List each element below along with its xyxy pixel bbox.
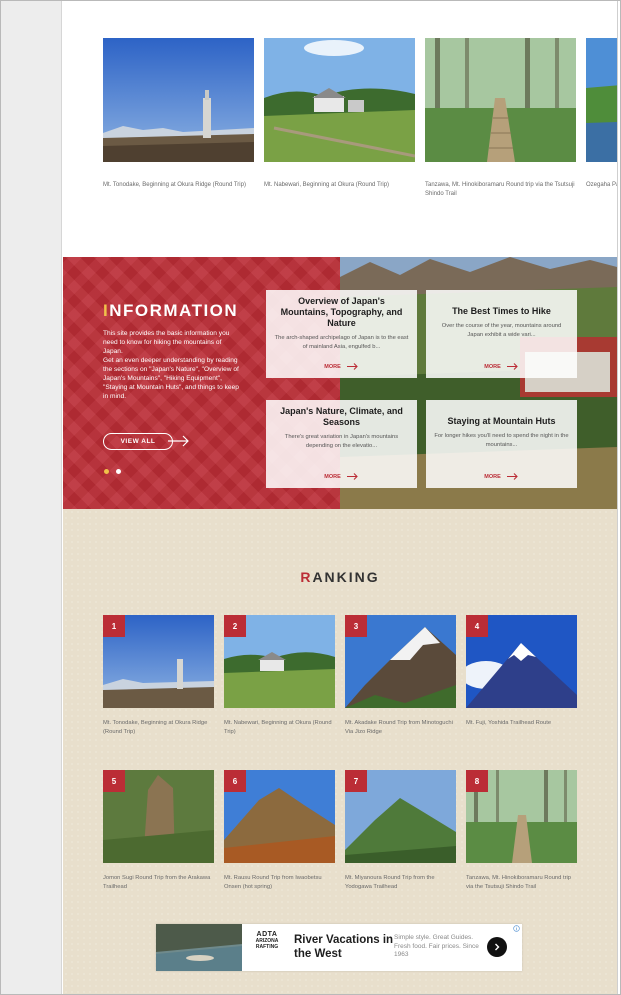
- info-card-more-link[interactable]: MORE: [426, 363, 577, 370]
- arrow-right-icon: [506, 473, 518, 480]
- info-card-excerpt: There's great variation in Japan's mount…: [284, 434, 399, 449]
- route-card[interactable]: Mt. Tonodake, Beginning at Okura Ridge (…: [103, 38, 254, 201]
- more-label: MORE: [324, 363, 341, 370]
- info-card[interactable]: The Best Times to Hike Over the course o…: [426, 290, 577, 378]
- advertisement-banner[interactable]: ADTA ARIZONA RAFTING River Vacations in …: [156, 924, 522, 971]
- route-photo-forest-boardwalk: [425, 38, 576, 162]
- ranking-card[interactable]: 6 Mt. Rausu Round Trip from Iwaobetsu On…: [224, 770, 335, 892]
- ad-subtext: Simple style. Great Guides. Fresh food. …: [394, 934, 479, 958]
- rank-badge: 5: [103, 770, 125, 792]
- ranking-card[interactable]: 8 Tanzawa, Mt. Hinokiboramaru Round trip…: [466, 770, 577, 892]
- ad-headline[interactable]: River Vacations in the West: [294, 933, 394, 961]
- view-all-button[interactable]: VIEW ALL: [103, 433, 173, 450]
- info-card-excerpt: Over the course of the year, mountains a…: [441, 323, 562, 338]
- ad-river-photo: [156, 924, 242, 971]
- info-card-title[interactable]: Staying at Mountain Huts: [434, 416, 569, 427]
- ranking-caption[interactable]: Mt. Rausu Round Trip from Iwaobetsu Onse…: [224, 874, 335, 892]
- route-card[interactable]: Tanzawa, Mt. Hinokiboramaru Round trip v…: [425, 38, 576, 201]
- chevron-right-icon[interactable]: [487, 937, 507, 957]
- route-photo-mountain-hut: [264, 38, 416, 162]
- rank-badge: 8: [466, 770, 488, 792]
- carousel-dots: [104, 469, 121, 474]
- ranking-caption[interactable]: Mt. Nabewari, Beginning at Okura (Round …: [224, 719, 335, 737]
- ranking-card[interactable]: 7 Mt. Miyanoura Round Trip from the Yodo…: [345, 770, 456, 892]
- route-caption[interactable]: Mt. Nabewari, Beginning at Okura (Round …: [264, 181, 415, 201]
- info-card-title[interactable]: Overview of Japan's Mountains, Topograph…: [274, 296, 409, 329]
- rank-badge: 3: [345, 615, 367, 637]
- info-card-excerpt: For longer hikes you'll need to spend th…: [434, 433, 569, 448]
- ad-info-icon[interactable]: [513, 925, 520, 932]
- route-photo-wetland: [586, 38, 617, 162]
- ranking-photo[interactable]: 3: [345, 615, 456, 708]
- ranking-card[interactable]: 1 Mt. Tonodake, Beginning at Okura Ridge…: [103, 615, 214, 737]
- web-page[interactable]: Mt. Tonodake, Beginning at Okura Ridge (…: [63, 1, 617, 994]
- info-card[interactable]: Japan's Nature, Climate, and Seasons The…: [266, 400, 417, 488]
- info-card-more-link[interactable]: MORE: [426, 473, 577, 480]
- ranking-photo[interactable]: 6: [224, 770, 335, 863]
- rank-badge: 7: [345, 770, 367, 792]
- ranking-photo[interactable]: 4: [461, 615, 577, 708]
- carousel-dot[interactable]: [116, 469, 121, 474]
- ranking-photo[interactable]: 8: [466, 770, 577, 863]
- route-photo-summit-monument: [103, 38, 254, 162]
- title-rest: NFORMATION: [109, 301, 239, 320]
- right-edge: [617, 1, 620, 994]
- title-initial: R: [300, 569, 313, 585]
- information-description: This site provides the basic information…: [103, 329, 243, 401]
- route-carousel-strip: Mt. Tonodake, Beginning at Okura Ridge (…: [63, 1, 617, 257]
- information-title: INFORMATION: [103, 301, 238, 321]
- ranking-card[interactable]: 5 Jomon Sugi Round Trip from the Arakawa…: [103, 770, 214, 892]
- info-card-excerpt: The arch-shaped archipelago of Japan is …: [274, 335, 409, 350]
- ad-logo: ADTA ARIZONA RAFTING: [252, 931, 282, 962]
- ranking-card[interactable]: 2 Mt. Nabewari, Beginning at Okura (Roun…: [224, 615, 335, 737]
- route-card[interactable]: Ozegaha Pass: [586, 38, 617, 201]
- arrow-right-icon: [346, 473, 358, 480]
- ranking-photo[interactable]: 7: [345, 770, 456, 863]
- ranking-caption[interactable]: Mt. Fuji, Yoshida Trailhead Route: [466, 719, 577, 728]
- ranking-photo[interactable]: 5: [103, 770, 214, 863]
- ranking-section: RANKING 1 Mt. Tonodake, Beginning at Oku…: [63, 509, 617, 994]
- ranking-caption[interactable]: Mt. Tonodake, Beginning at Okura Ridge (…: [103, 719, 214, 737]
- info-card-more-link[interactable]: MORE: [266, 363, 417, 370]
- title-rest: ANKING: [312, 569, 380, 585]
- carousel-dot-active[interactable]: [104, 469, 109, 474]
- rank-badge: 1: [103, 615, 125, 637]
- ranking-caption[interactable]: Mt. Miyanoura Round Trip from the Yodoga…: [345, 874, 456, 892]
- information-section: INFORMATION This site provides the basic…: [63, 257, 617, 509]
- ranking-photo[interactable]: 1: [103, 615, 214, 708]
- rank-badge: 4: [466, 615, 488, 637]
- info-card-title[interactable]: The Best Times to Hike: [434, 306, 569, 317]
- rank-badge: 2: [224, 615, 246, 637]
- arrow-right-icon: [506, 363, 518, 370]
- arrow-right-icon: [346, 363, 358, 370]
- description-line-1: This site provides the basic information…: [103, 330, 230, 355]
- ranking-title: RANKING: [63, 569, 617, 585]
- ranking-card[interactable]: 4 Mt. Fuji, Yoshida Trailhead Route: [461, 615, 577, 728]
- arrow-right-icon: [168, 435, 189, 447]
- rank-badge: 6: [224, 770, 246, 792]
- more-label: MORE: [484, 473, 501, 480]
- route-caption[interactable]: Tanzawa, Mt. Hinokiboramaru Round trip v…: [425, 181, 576, 201]
- ranking-caption[interactable]: Mt. Akadake Round Trip from Minotoguchi …: [345, 719, 456, 737]
- route-caption[interactable]: Ozegaha Pass: [586, 181, 617, 201]
- info-card[interactable]: Overview of Japan's Mountains, Topograph…: [266, 290, 417, 378]
- browser-viewport: Mt. Tonodake, Beginning at Okura Ridge (…: [0, 0, 621, 995]
- description-line-2: Get an even deeper understanding by read…: [103, 357, 239, 400]
- route-card[interactable]: Mt. Nabewari, Beginning at Okura (Round …: [264, 38, 416, 201]
- ranking-photo[interactable]: 2: [224, 615, 335, 708]
- info-card-title[interactable]: Japan's Nature, Climate, and Seasons: [274, 406, 409, 428]
- left-gutter: [1, 1, 62, 994]
- ranking-caption[interactable]: Tanzawa, Mt. Hinokiboramaru Round trip v…: [466, 874, 577, 892]
- info-card[interactable]: Staying at Mountain Huts For longer hike…: [426, 400, 577, 488]
- route-caption[interactable]: Mt. Tonodake, Beginning at Okura Ridge (…: [103, 181, 254, 201]
- ranking-card[interactable]: 3 Mt. Akadake Round Trip from Minotoguch…: [345, 615, 456, 737]
- more-label: MORE: [484, 363, 501, 370]
- ranking-caption[interactable]: Jomon Sugi Round Trip from the Arakawa T…: [103, 874, 214, 892]
- info-card-more-link[interactable]: MORE: [266, 473, 417, 480]
- ad-logo-bottom: RAFTING: [255, 944, 279, 950]
- more-label: MORE: [324, 473, 341, 480]
